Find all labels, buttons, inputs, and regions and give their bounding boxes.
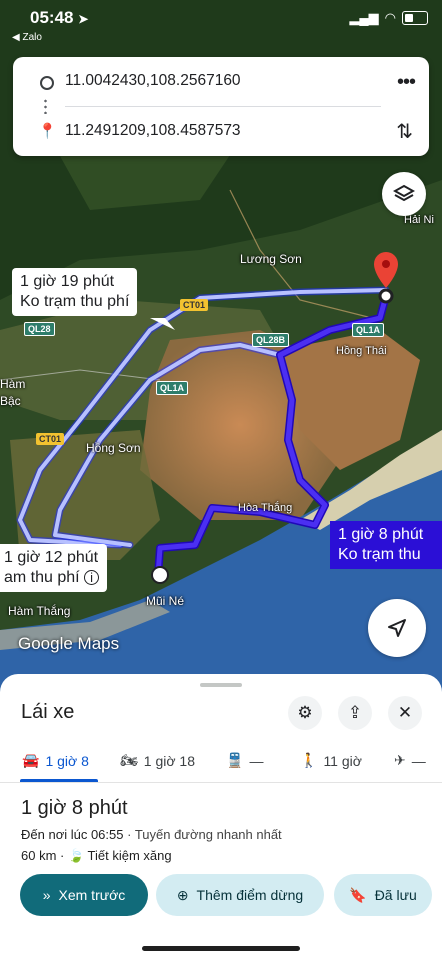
sliders-icon: ⚙ bbox=[297, 703, 313, 722]
destination-dot bbox=[378, 288, 394, 304]
info-icon[interactable]: i bbox=[84, 570, 100, 585]
main-route-callout[interactable]: 1 giờ 8 phút Ko trạm thu bbox=[330, 521, 442, 569]
main-route-toll: Ko trạm thu bbox=[338, 546, 421, 563]
place-hong-thai[interactable]: Hồng Thái bbox=[336, 345, 387, 357]
tab-driving[interactable]: 🚘 1 giờ 8 bbox=[22, 752, 89, 769]
road-ql1a-west: QL1A bbox=[156, 381, 189, 395]
home-indicator bbox=[142, 946, 300, 951]
origin-circle-icon bbox=[40, 76, 54, 90]
alt-route-2-callout[interactable]: 1 giờ 12 phút am thu phí i bbox=[0, 544, 108, 592]
double-chevron-icon: » bbox=[42, 887, 51, 903]
status-bar: 05:48 ➤ ◀ Zalo ▂▄▆ ◠ bbox=[0, 0, 442, 48]
route-dots-icon bbox=[44, 98, 47, 114]
add-stop-label: Thêm điểm dừng bbox=[196, 887, 304, 903]
tab-walking[interactable]: 🚶 11 giờ bbox=[300, 752, 362, 769]
saved-button[interactable]: 🔖 Đã lưu bbox=[334, 874, 432, 916]
walk-icon: 🚶 bbox=[300, 752, 318, 768]
alt-route-2-time: 1 giờ 12 phút bbox=[4, 549, 99, 566]
status-time: 05:48 ➤ bbox=[30, 8, 89, 27]
alt-route-1-time: 1 giờ 19 phút bbox=[20, 273, 115, 290]
tab-motorbike-label: 1 giờ 18 bbox=[143, 752, 195, 769]
route-options-button[interactable]: ⚙ bbox=[288, 696, 322, 730]
place-ham-thang[interactable]: Hàm Thắng bbox=[8, 604, 70, 618]
place-hong-son[interactable]: Hồng Sơn bbox=[86, 441, 141, 455]
fuel-saving-label: Tiết kiệm xăng bbox=[87, 848, 172, 863]
google-maps-logo: Google Maps bbox=[18, 634, 120, 653]
place-bac[interactable]: Bậc bbox=[0, 394, 21, 408]
alt-route-2-toll: am thu phí bbox=[4, 569, 80, 586]
preview-button[interactable]: » Xem trước bbox=[20, 874, 148, 916]
divider bbox=[65, 106, 381, 107]
route-distance: 60 km bbox=[21, 848, 57, 863]
road-ql28: QL28 bbox=[24, 322, 55, 336]
add-stop-icon: ⊕ bbox=[176, 886, 189, 903]
road-ct01-north: CT01 bbox=[180, 299, 209, 311]
back-app-label: Zalo bbox=[22, 32, 42, 43]
tab-driving-label: 1 giờ 8 bbox=[45, 752, 89, 769]
flight-icon: ✈ bbox=[394, 752, 406, 768]
road-ct01-south: CT01 bbox=[36, 433, 65, 445]
directions-sheet: Lái xe ⚙ ⇪ ✕ 🚘 1 giờ 8 🏍 1 giờ 18 🚆 — 🚶 11 g… bbox=[0, 674, 442, 960]
place-ham[interactable]: Hàm bbox=[0, 377, 25, 391]
drag-handle[interactable] bbox=[200, 683, 242, 687]
tab-transit[interactable]: 🚆 — bbox=[226, 752, 263, 769]
saved-label: Đã lưu bbox=[374, 887, 417, 903]
tab-walking-label: 11 giờ bbox=[323, 752, 362, 769]
tab-motorbike[interactable]: 🏍 1 giờ 18 bbox=[120, 752, 195, 769]
car-icon: 🚘 bbox=[22, 752, 40, 768]
share-button[interactable]: ⇪ bbox=[338, 696, 372, 730]
tab-transit-label: — bbox=[249, 752, 264, 769]
back-to-app[interactable]: ◀ Zalo bbox=[12, 32, 42, 43]
location-arrow-icon: ➤ bbox=[78, 12, 89, 26]
arrival-time: Đến nơi lúc 06:55 bbox=[21, 827, 124, 842]
destination-pin-icon: 📍 bbox=[38, 123, 57, 140]
layers-button[interactable] bbox=[382, 172, 426, 216]
more-options-icon[interactable]: ••• bbox=[397, 71, 416, 94]
alt-route-1-callout[interactable]: 1 giờ 19 phút Ko trạm thu phí bbox=[12, 268, 138, 316]
destination-field[interactable]: 11.2491209,108.4587573 bbox=[65, 122, 241, 140]
motorbike-icon: 🏍 bbox=[120, 752, 138, 768]
route-note: · Tuyến đường nhanh nhất bbox=[127, 827, 282, 842]
tabs-divider bbox=[0, 782, 442, 783]
bookmark-icon: 🔖 bbox=[349, 886, 367, 903]
tab-flight-label: — bbox=[411, 752, 426, 769]
road-ql28b: QL28B bbox=[252, 333, 290, 347]
origin-marker bbox=[151, 566, 169, 584]
layers-icon bbox=[393, 184, 415, 202]
travel-mode-tabs: 🚘 1 giờ 8 🏍 1 giờ 18 🚆 — 🚶 11 giờ ✈ — bbox=[0, 746, 442, 782]
navigation-arrow-icon bbox=[388, 619, 406, 637]
alt-route-1-toll: Ko trạm thu phí bbox=[20, 293, 130, 310]
add-stop-button[interactable]: ⊕ Thêm điểm dừng bbox=[156, 874, 324, 916]
action-buttons: » Xem trước ⊕ Thêm điểm dừng 🔖 Đã lưu bbox=[20, 874, 440, 916]
preview-label: Xem trước bbox=[58, 887, 126, 903]
transit-icon: 🚆 bbox=[226, 752, 244, 768]
place-luong-son[interactable]: Lương Sơn bbox=[240, 252, 302, 266]
road-ql1a-east: QL1A bbox=[352, 323, 385, 337]
travel-mode-title: Lái xe bbox=[21, 701, 75, 723]
close-button[interactable]: ✕ bbox=[388, 696, 422, 730]
leaf-icon: 🍃 bbox=[67, 848, 85, 863]
share-icon: ⇪ bbox=[347, 703, 363, 722]
wifi-icon: ◠ bbox=[384, 10, 396, 25]
route-duration: 1 giờ 8 phút bbox=[21, 797, 128, 819]
close-icon: ✕ bbox=[397, 703, 413, 722]
signal-icon: ▂▄▆ bbox=[349, 10, 379, 25]
origin-field[interactable]: 11.0042430,108.2567160 bbox=[65, 72, 241, 90]
tab-flight[interactable]: ✈ — bbox=[394, 752, 426, 769]
place-mui-ne[interactable]: Mũi Né bbox=[146, 594, 184, 608]
directions-box: 📍 11.0042430,108.2567160 11.2491209,108.… bbox=[13, 57, 429, 156]
swap-icon[interactable]: ⇅ bbox=[396, 119, 413, 144]
main-route-time: 1 giờ 8 phút bbox=[338, 526, 424, 543]
place-hoa-thang[interactable]: Hòa Thắng bbox=[238, 502, 292, 514]
place-hai-ninh[interactable]: Hải Ni bbox=[404, 214, 434, 226]
my-location-button[interactable] bbox=[368, 599, 426, 657]
battery-icon bbox=[402, 11, 428, 25]
